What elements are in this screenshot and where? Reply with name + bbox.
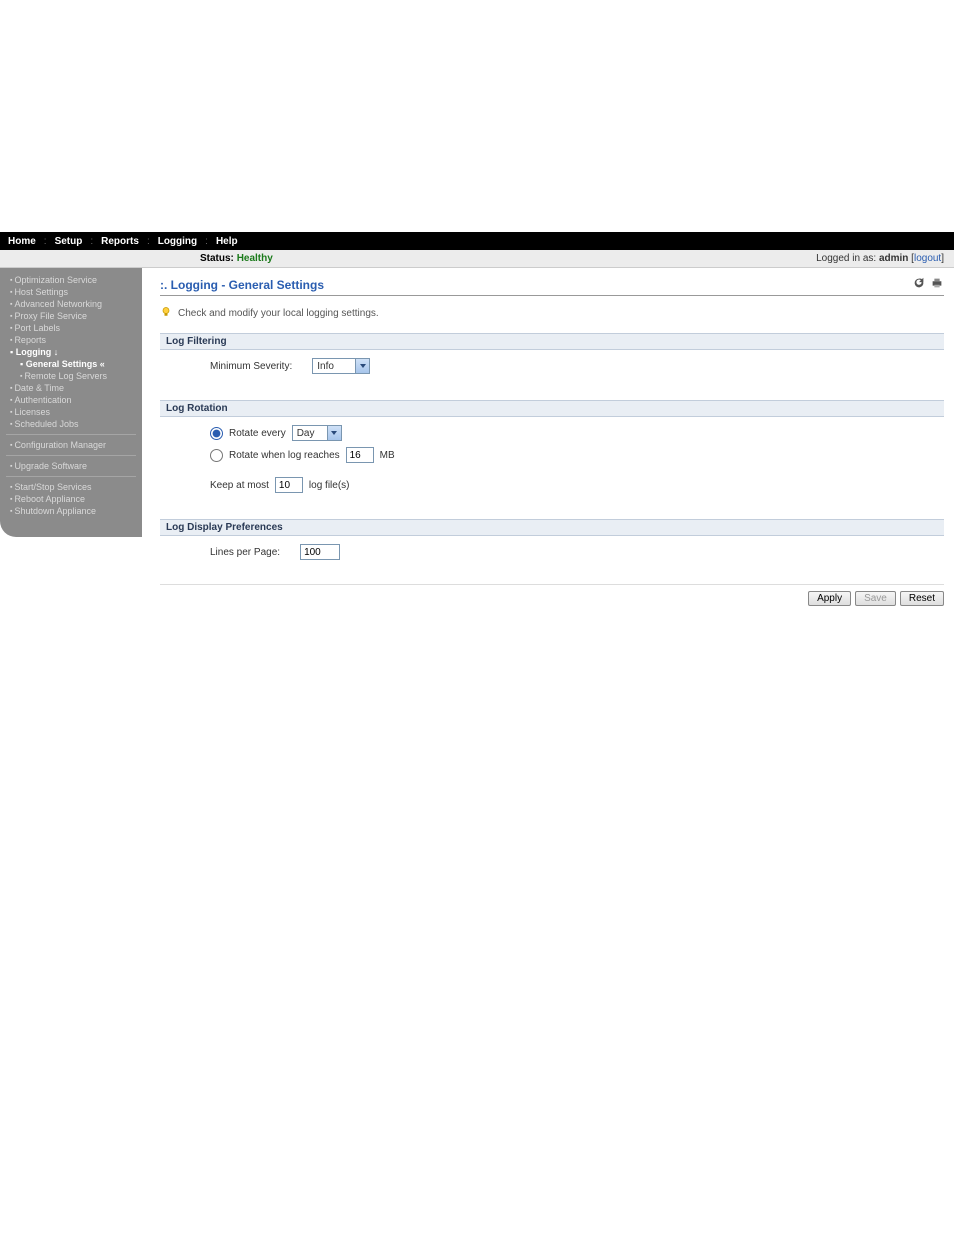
sidebar-item-general-settings[interactable]: ▪ General Settings « bbox=[0, 358, 142, 370]
nav-logging[interactable]: Logging bbox=[154, 236, 201, 247]
sidebar-item-logging[interactable]: ▪ Logging ↓ bbox=[0, 346, 142, 358]
rotate-every-label: Rotate every bbox=[229, 428, 286, 439]
log-display-heading: Log Display Preferences bbox=[160, 519, 944, 536]
logout-link[interactable]: logout bbox=[914, 253, 941, 264]
login-info: Logged in as: admin [logout] bbox=[816, 253, 944, 264]
sidebar-item-config-manager[interactable]: Configuration Manager bbox=[0, 439, 142, 451]
sidebar-item-shutdown[interactable]: Shutdown Appliance bbox=[0, 505, 142, 517]
sidebar-item-optimization[interactable]: Optimization Service bbox=[0, 274, 142, 286]
tip-text: Check and modify your local logging sett… bbox=[178, 308, 379, 319]
keep-label-pre: Keep at most bbox=[210, 480, 269, 491]
lightbulb-icon bbox=[160, 306, 172, 321]
log-filtering-heading: Log Filtering bbox=[160, 333, 944, 350]
nav-reports[interactable]: Reports bbox=[97, 236, 143, 247]
keep-input[interactable] bbox=[275, 477, 303, 493]
min-severity-label: Minimum Severity: bbox=[210, 361, 292, 372]
nav-help[interactable]: Help bbox=[212, 236, 242, 247]
sidebar-item-reports[interactable]: Reports bbox=[0, 334, 142, 346]
chevron-down-icon bbox=[327, 426, 341, 440]
main-content: :. Logging - General Settings Check and … bbox=[142, 268, 954, 616]
sidebar-item-upgrade-software[interactable]: Upgrade Software bbox=[0, 460, 142, 472]
top-navbar: Home: Setup: Reports: Logging: Help bbox=[0, 232, 954, 250]
lines-per-page-label: Lines per Page: bbox=[210, 547, 280, 558]
sidebar-item-date-time[interactable]: Date & Time bbox=[0, 382, 142, 394]
sidebar-item-proxy-file[interactable]: Proxy File Service bbox=[0, 310, 142, 322]
login-user: admin bbox=[879, 253, 908, 264]
rotate-when-label: Rotate when log reaches bbox=[229, 450, 340, 461]
sidebar-item-start-stop[interactable]: Start/Stop Services bbox=[0, 481, 142, 493]
status-bar: Status: Healthy Logged in as: admin [log… bbox=[0, 250, 954, 268]
log-rotation-heading: Log Rotation bbox=[160, 400, 944, 417]
reset-button[interactable]: Reset bbox=[900, 591, 944, 606]
chevron-down-icon bbox=[355, 359, 369, 373]
sidebar-item-scheduled-jobs[interactable]: Scheduled Jobs bbox=[0, 418, 142, 430]
refresh-icon[interactable] bbox=[912, 276, 926, 293]
nav-home[interactable]: Home bbox=[4, 236, 40, 247]
nav-setup[interactable]: Setup bbox=[51, 236, 87, 247]
print-icon[interactable] bbox=[930, 276, 944, 293]
keep-label-post: log file(s) bbox=[309, 480, 350, 491]
apply-button[interactable]: Apply bbox=[808, 591, 851, 606]
sidebar-item-host-settings[interactable]: Host Settings bbox=[0, 286, 142, 298]
status-label: Status: bbox=[200, 253, 234, 264]
rotate-every-select[interactable]: Day bbox=[292, 425, 342, 441]
sidebar-item-licenses[interactable]: Licenses bbox=[0, 406, 142, 418]
topnav: Home: Setup: Reports: Logging: Help bbox=[4, 236, 242, 247]
rotate-when-input[interactable] bbox=[346, 447, 374, 463]
sidebar-item-reboot[interactable]: Reboot Appliance bbox=[0, 493, 142, 505]
min-severity-select[interactable]: Info bbox=[312, 358, 370, 374]
save-button[interactable]: Save bbox=[855, 591, 896, 606]
sidebar-item-advanced-networking[interactable]: Advanced Networking bbox=[0, 298, 142, 310]
rotate-when-unit: MB bbox=[380, 450, 395, 461]
sidebar: Optimization Service Host Settings Advan… bbox=[0, 268, 142, 537]
status-value: Healthy bbox=[237, 253, 273, 264]
rotate-when-radio[interactable] bbox=[210, 449, 223, 462]
rotate-every-radio[interactable] bbox=[210, 427, 223, 440]
lines-per-page-input[interactable] bbox=[300, 544, 340, 560]
sidebar-item-port-labels[interactable]: Port Labels bbox=[0, 322, 142, 334]
sidebar-item-remote-log[interactable]: Remote Log Servers bbox=[0, 370, 142, 382]
sidebar-item-authentication[interactable]: Authentication bbox=[0, 394, 142, 406]
page-title: :. Logging - General Settings bbox=[160, 278, 324, 292]
